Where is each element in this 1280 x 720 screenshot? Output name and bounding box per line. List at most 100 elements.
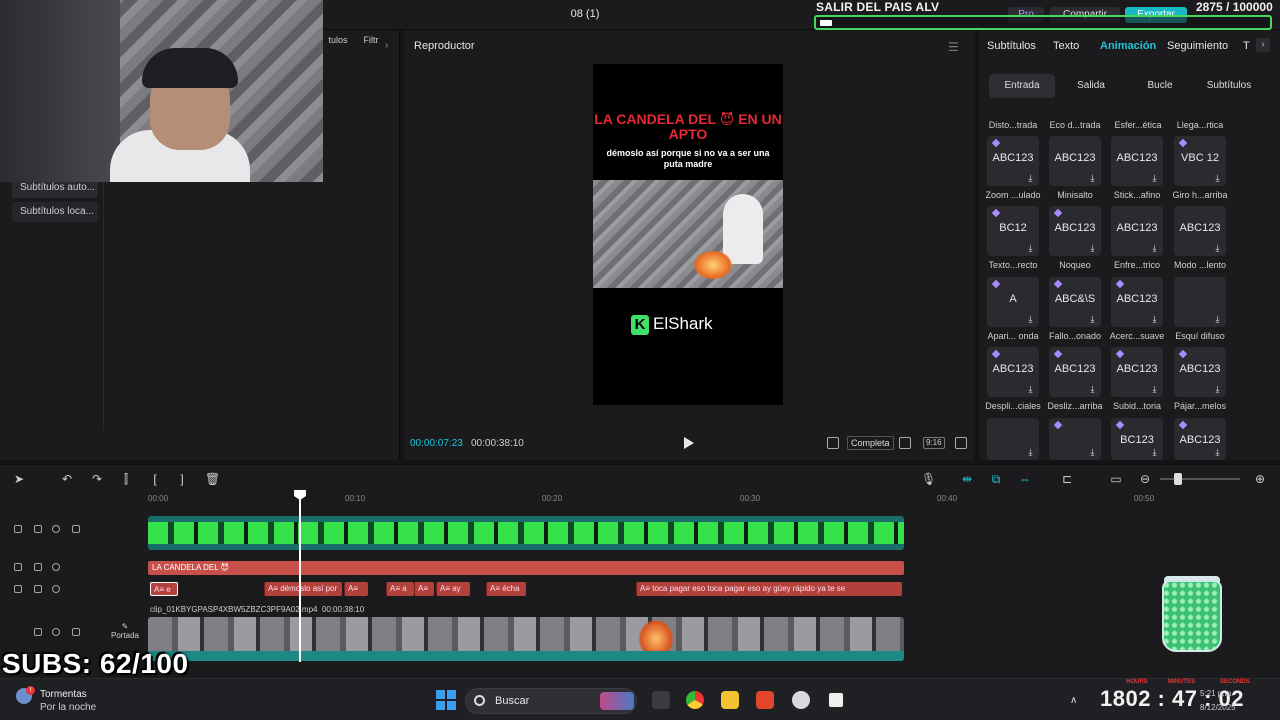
playhead[interactable] (299, 492, 301, 662)
download-icon[interactable]: ⤓ (1213, 448, 1222, 457)
download-icon[interactable]: ⤓ (1213, 385, 1222, 394)
play-icon[interactable] (683, 436, 695, 450)
effect-card[interactable]: ABC123 ⤓ (1174, 347, 1226, 397)
tab-more[interactable]: T (1243, 40, 1250, 52)
subtab-loop[interactable]: Bucle (1127, 74, 1193, 98)
download-icon[interactable]: ⤓ (1026, 385, 1035, 394)
subtitle-clip[interactable]: A≡ écha (486, 582, 526, 596)
effect-card[interactable]: ABC123 ⤓ (987, 136, 1039, 186)
effect-card[interactable]: ABC123 ⤓ (987, 347, 1039, 397)
subtitle-clip[interactable]: A≡ démoslo así por (264, 582, 342, 596)
download-icon[interactable]: ⤓ (1088, 448, 1097, 457)
effect-card[interactable]: VBC 12 ⤓ (1174, 136, 1226, 186)
magnet-icon[interactable]: ⧉ (989, 472, 1003, 486)
zoom-in-icon[interactable]: ⊕ (1253, 472, 1267, 486)
title-text-clip[interactable]: LA CANDELA DEL 😈 (148, 561, 904, 575)
download-icon[interactable]: ⤓ (1213, 174, 1222, 183)
weather-title[interactable]: Tormentas (40, 689, 87, 700)
menu-icon[interactable]: ☰ (948, 40, 959, 54)
download-icon[interactable]: ⤓ (1150, 244, 1159, 253)
capcut-icon[interactable] (827, 691, 845, 709)
tab-tracking[interactable]: Seguimiento (1167, 40, 1228, 52)
fullscreen-icon[interactable] (955, 437, 967, 449)
lock-icon[interactable] (34, 585, 42, 593)
effect-card[interactable]: ABC123 ⤓ (1049, 347, 1101, 397)
effect-card[interactable]: ABC&\S ⤓ (1049, 277, 1101, 327)
main-video-clip[interactable] (148, 617, 904, 661)
effect-card[interactable]: ABC123 ⤓ (1111, 277, 1163, 327)
chrome-icon[interactable] (686, 691, 704, 709)
subtitle-clip[interactable]: A≡ (344, 582, 368, 596)
speaker-icon[interactable] (72, 525, 80, 533)
quality-button[interactable]: Completa (847, 436, 894, 450)
redo-icon[interactable]: ↷ (90, 472, 104, 486)
effect-card[interactable]: ABC123 ⤓ (1174, 418, 1226, 460)
tab-subtitles-props[interactable]: Subtítulos (987, 40, 1036, 52)
effect-card[interactable]: ABC123 ⤓ (1111, 347, 1163, 397)
zoom-slider-handle[interactable] (1174, 473, 1182, 485)
effect-card[interactable]: ⤓ (1174, 277, 1226, 327)
app-icon[interactable] (792, 691, 810, 709)
captions-icon[interactable]: ▭ (1109, 472, 1123, 486)
effect-card[interactable]: ⤓ (987, 418, 1039, 460)
download-icon[interactable]: ⤓ (1088, 174, 1097, 183)
text-track-icon[interactable] (14, 563, 22, 571)
effect-card[interactable]: ABC123 ⤓ (1111, 206, 1163, 256)
effect-card[interactable]: ⤓ (1049, 418, 1101, 460)
subtitle-clip[interactable]: A≡ toca pagar eso toca pagar eso ay güey… (636, 582, 902, 596)
tab-subtitles[interactable]: tulos (323, 35, 353, 45)
subtab-in[interactable]: Entrada (989, 74, 1055, 98)
download-icon[interactable]: ⤓ (1026, 174, 1035, 183)
microphone-icon[interactable]: 🎙 (921, 472, 936, 486)
windows-start-icon[interactable] (436, 690, 456, 710)
effect-card[interactable]: ABC123 ⤓ (1111, 136, 1163, 186)
download-icon[interactable]: ⤓ (1213, 244, 1222, 253)
file-explorer-icon[interactable] (721, 691, 739, 709)
download-icon[interactable]: ⤓ (1088, 244, 1097, 253)
subtitle-clip[interactable]: A≡ ay (436, 582, 470, 596)
tab-filters[interactable]: Filtr (358, 35, 384, 45)
preview-icon[interactable]: ⊏ (1060, 472, 1074, 486)
aspect-ratio-button[interactable]: 9:16 (923, 437, 945, 449)
effect-card[interactable]: ABC123 ⤓ (1049, 136, 1101, 186)
eye-icon[interactable] (52, 628, 60, 636)
effect-card[interactable]: BC123 ⤓ (1111, 418, 1163, 460)
trim-left-icon[interactable]: [ (148, 472, 162, 486)
speaker-icon[interactable] (72, 628, 80, 636)
screenshot-icon[interactable] (899, 437, 911, 449)
download-icon[interactable]: ⤓ (1150, 315, 1159, 324)
zoom-out-icon[interactable]: ⊖ (1138, 472, 1152, 486)
download-icon[interactable]: ⤓ (1150, 385, 1159, 394)
link-icon[interactable]: ⇹ (960, 472, 974, 486)
download-icon[interactable]: ⤓ (1150, 174, 1159, 183)
subtab-out[interactable]: Salida (1058, 74, 1124, 98)
subtitle-clip[interactable]: A≡ (414, 582, 434, 596)
split-icon[interactable]: ⫿ (119, 472, 133, 486)
tab-text[interactable]: Texto (1053, 40, 1079, 52)
subtab-subtitles[interactable]: Subtítulos (1196, 74, 1262, 98)
zoom-slider[interactable] (1160, 478, 1240, 480)
lock-icon[interactable] (34, 563, 42, 571)
system-date[interactable]: 8/12/2025 (1200, 703, 1236, 712)
download-icon[interactable]: ⤓ (1026, 448, 1035, 457)
delete-icon[interactable]: 🗑 (205, 472, 220, 486)
download-icon[interactable]: ⤓ (1213, 315, 1222, 324)
lock-icon[interactable] (34, 525, 42, 533)
download-icon[interactable]: ⤓ (1088, 385, 1097, 394)
effect-card[interactable]: A ⤓ (987, 277, 1039, 327)
snap-icon[interactable]: ⇔ (1018, 472, 1032, 486)
select-tool-icon[interactable]: ➤ (12, 472, 26, 486)
crop-icon[interactable] (827, 437, 839, 449)
cover-button[interactable]: ✎ Portada (108, 622, 142, 640)
effect-card[interactable]: BC12 ⤓ (987, 206, 1039, 256)
download-icon[interactable]: ⤓ (1088, 315, 1097, 324)
undo-icon[interactable]: ↶ (60, 472, 74, 486)
eye-icon[interactable] (52, 585, 60, 593)
lock-icon[interactable] (34, 628, 42, 636)
system-time[interactable]: 5:21 p.m. (1200, 689, 1233, 698)
sidebar-item-local-subtitles[interactable]: Subtítulos loca... (12, 202, 98, 222)
subtitle-clip[interactable]: A≡ a (386, 582, 414, 596)
download-icon[interactable]: ⤓ (1150, 448, 1159, 457)
task-view-icon[interactable] (652, 691, 670, 709)
download-icon[interactable]: ⤓ (1026, 244, 1035, 253)
